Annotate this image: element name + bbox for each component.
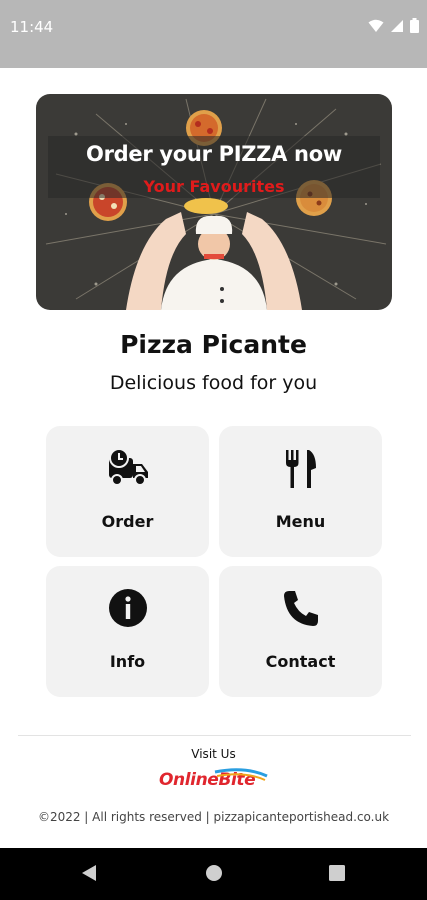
banner-subtitle: Your Favourites — [143, 177, 285, 196]
phone-icon — [283, 591, 318, 626]
info-icon — [108, 589, 147, 627]
copyright-text: ©2022 | All rights reserved | pizzapican… — [37, 810, 390, 824]
info-label: Info — [109, 652, 146, 671]
battery-icon — [410, 18, 419, 33]
app-tagline: Delicious food for you — [109, 372, 318, 394]
contact-label: Contact — [265, 652, 336, 671]
signal-icon — [391, 19, 403, 32]
order-button[interactable]: Order — [46, 426, 209, 557]
home-icon[interactable] — [205, 864, 223, 882]
promo-banner[interactable]: Order your PIZZA now Your Favourites — [36, 94, 392, 310]
back-icon[interactable] — [80, 864, 98, 882]
visit-us-label: Visit Us — [191, 747, 236, 761]
navigation-bar — [0, 848, 427, 900]
delivery-truck-icon — [108, 448, 148, 486]
app-name: Pizza Picante — [120, 330, 307, 359]
banner-artwork — [45, 98, 387, 310]
recents-icon[interactable] — [328, 864, 346, 882]
logo-swoosh-icon — [214, 768, 268, 781]
wifi-icon — [368, 19, 384, 32]
status-bar: 11:44 — [0, 0, 427, 68]
chef-illustration — [126, 212, 302, 310]
status-icons — [368, 18, 419, 33]
dough-icon — [184, 198, 228, 214]
banner-title: Order your PIZZA now — [86, 142, 342, 166]
contact-button[interactable]: Contact — [219, 566, 382, 697]
fork-knife-icon — [285, 450, 316, 488]
footer-divider — [18, 735, 411, 736]
info-button[interactable]: Info — [46, 566, 209, 697]
menu-button[interactable]: Menu — [219, 426, 382, 557]
order-label: Order — [101, 512, 154, 531]
status-time: 11:44 — [10, 18, 54, 36]
menu-label: Menu — [275, 512, 326, 531]
onlinebite-logo[interactable]: OnlineBite — [155, 768, 273, 796]
